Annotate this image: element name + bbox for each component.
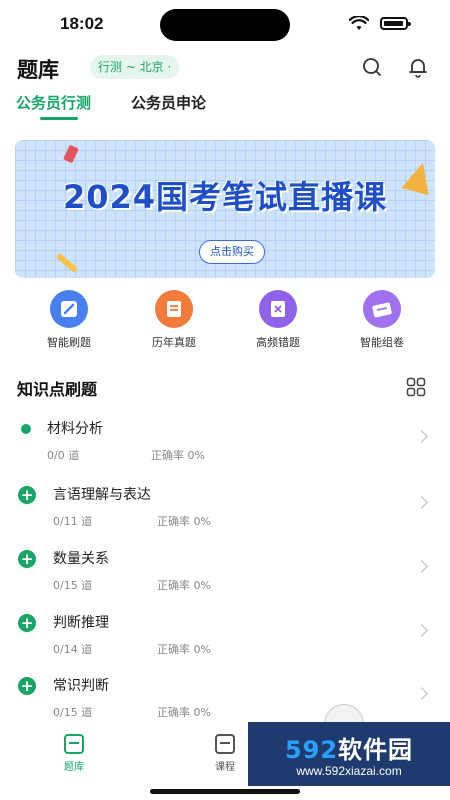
knowledge-point-progress: 0/0 道	[47, 449, 80, 462]
wifi-icon	[349, 16, 369, 30]
knowledge-point-name: 数量关系	[53, 551, 109, 567]
chevron-right-icon	[415, 430, 428, 443]
exam-selector[interactable]: 行测 ~ 北京 ·	[90, 55, 180, 79]
plus-icon[interactable]: +	[18, 486, 36, 504]
subject-tabs: 公务员行测 公务员申论	[0, 90, 450, 126]
quick-action-label: 智能刷题	[47, 336, 91, 349]
status-bar: 18:02	[0, 0, 450, 50]
course-icon	[215, 734, 235, 754]
dot-icon	[21, 424, 31, 434]
knowledge-point-accuracy: 正确率 0%	[157, 515, 211, 528]
paper-stack-icon	[363, 290, 401, 328]
watermark-brand: 592软件园	[284, 736, 414, 764]
knowledge-point-item[interactable]: + 常识判断 0/15 道 正确率 0%	[0, 664, 450, 724]
plus-icon[interactable]: +	[18, 614, 36, 632]
plus-icon[interactable]: +	[18, 677, 36, 695]
battery-icon	[380, 17, 411, 30]
search-icon[interactable]	[360, 55, 384, 79]
nav-label: 课程	[215, 762, 235, 773]
home-indicator	[150, 789, 300, 794]
knowledge-point-name: 判断推理	[53, 615, 109, 631]
status-time: 18:02	[60, 14, 104, 33]
tab-xingce[interactable]: 公务员行测	[16, 92, 91, 113]
decoration-eraser	[63, 144, 79, 164]
pencil-icon	[50, 290, 88, 328]
chevron-right-icon	[415, 624, 428, 637]
section-title: 知识点刷题	[17, 380, 98, 399]
knowledge-point-progress: 0/11 道	[53, 515, 93, 528]
knowledge-point-accuracy: 正确率 0%	[157, 643, 211, 656]
knowledge-point-progress: 0/15 道	[53, 579, 93, 592]
knowledge-point-name: 常识判断	[53, 678, 109, 694]
quick-action-frequent-errors[interactable]: 高频错题	[238, 290, 318, 350]
watermark-url: www.592xiazai.com	[296, 764, 402, 778]
error-book-icon	[259, 290, 297, 328]
decoration-pencil	[55, 252, 79, 274]
knowledge-point-accuracy: 正确率 0%	[157, 579, 211, 592]
quick-action-past-papers[interactable]: 历年真题	[134, 290, 214, 350]
knowledge-point-progress: 0/14 道	[53, 643, 93, 656]
banner-title: 2024国考笔试直播课	[62, 178, 388, 216]
page-title: 题库	[17, 58, 59, 82]
header: 题库 行测 ~ 北京 ·	[0, 50, 450, 86]
camera-notch	[160, 9, 290, 41]
question-bank-icon	[64, 734, 84, 754]
knowledge-point-name: 材料分析	[47, 421, 103, 437]
plus-icon[interactable]: +	[18, 550, 36, 568]
watermark-logo: 592软件园 www.592xiazai.com	[248, 722, 450, 786]
chevron-right-icon	[415, 496, 428, 509]
promo-banner[interactable]: 2024国考笔试直播课 点击购买	[15, 140, 435, 278]
quick-action-smart-paper[interactable]: 智能组卷	[342, 290, 422, 350]
quick-action-label: 高频错题	[256, 336, 300, 349]
knowledge-point-item[interactable]: + 判断推理 0/14 道 正确率 0%	[0, 601, 450, 661]
chevron-right-icon	[415, 560, 428, 573]
knowledge-point-name: 言语理解与表达	[53, 487, 151, 503]
quick-action-label: 历年真题	[152, 336, 196, 349]
knowledge-point-accuracy: 正确率 0%	[157, 706, 211, 719]
nav-courses[interactable]: 课程	[195, 734, 255, 773]
knowledge-point-accuracy: 正确率 0%	[151, 449, 205, 462]
nav-label: 题库	[64, 762, 84, 773]
tab-shenlun[interactable]: 公务员申论	[131, 92, 206, 113]
bell-icon[interactable]	[406, 55, 430, 79]
knowledge-point-progress: 0/15 道	[53, 706, 93, 719]
chevron-right-icon	[415, 687, 428, 700]
grid-view-icon[interactable]	[406, 377, 426, 397]
quick-actions: 智能刷题 历年真题 高频错题 智能组卷	[0, 290, 450, 350]
knowledge-point-item[interactable]: + 言语理解与表达 0/11 道 正确率 0%	[0, 473, 450, 533]
scroll-icon	[155, 290, 193, 328]
tab-underline	[40, 117, 78, 120]
knowledge-point-item[interactable]: + 数量关系 0/15 道 正确率 0%	[0, 537, 450, 597]
quick-action-smart-practice[interactable]: 智能刷题	[29, 290, 109, 350]
nav-question-bank[interactable]: 题库	[44, 734, 104, 773]
quick-action-label: 智能组卷	[360, 336, 404, 349]
knowledge-point-item[interactable]: 材料分析 0/0 道 正确率 0%	[0, 407, 450, 467]
buy-button[interactable]: 点击购买	[199, 240, 265, 264]
